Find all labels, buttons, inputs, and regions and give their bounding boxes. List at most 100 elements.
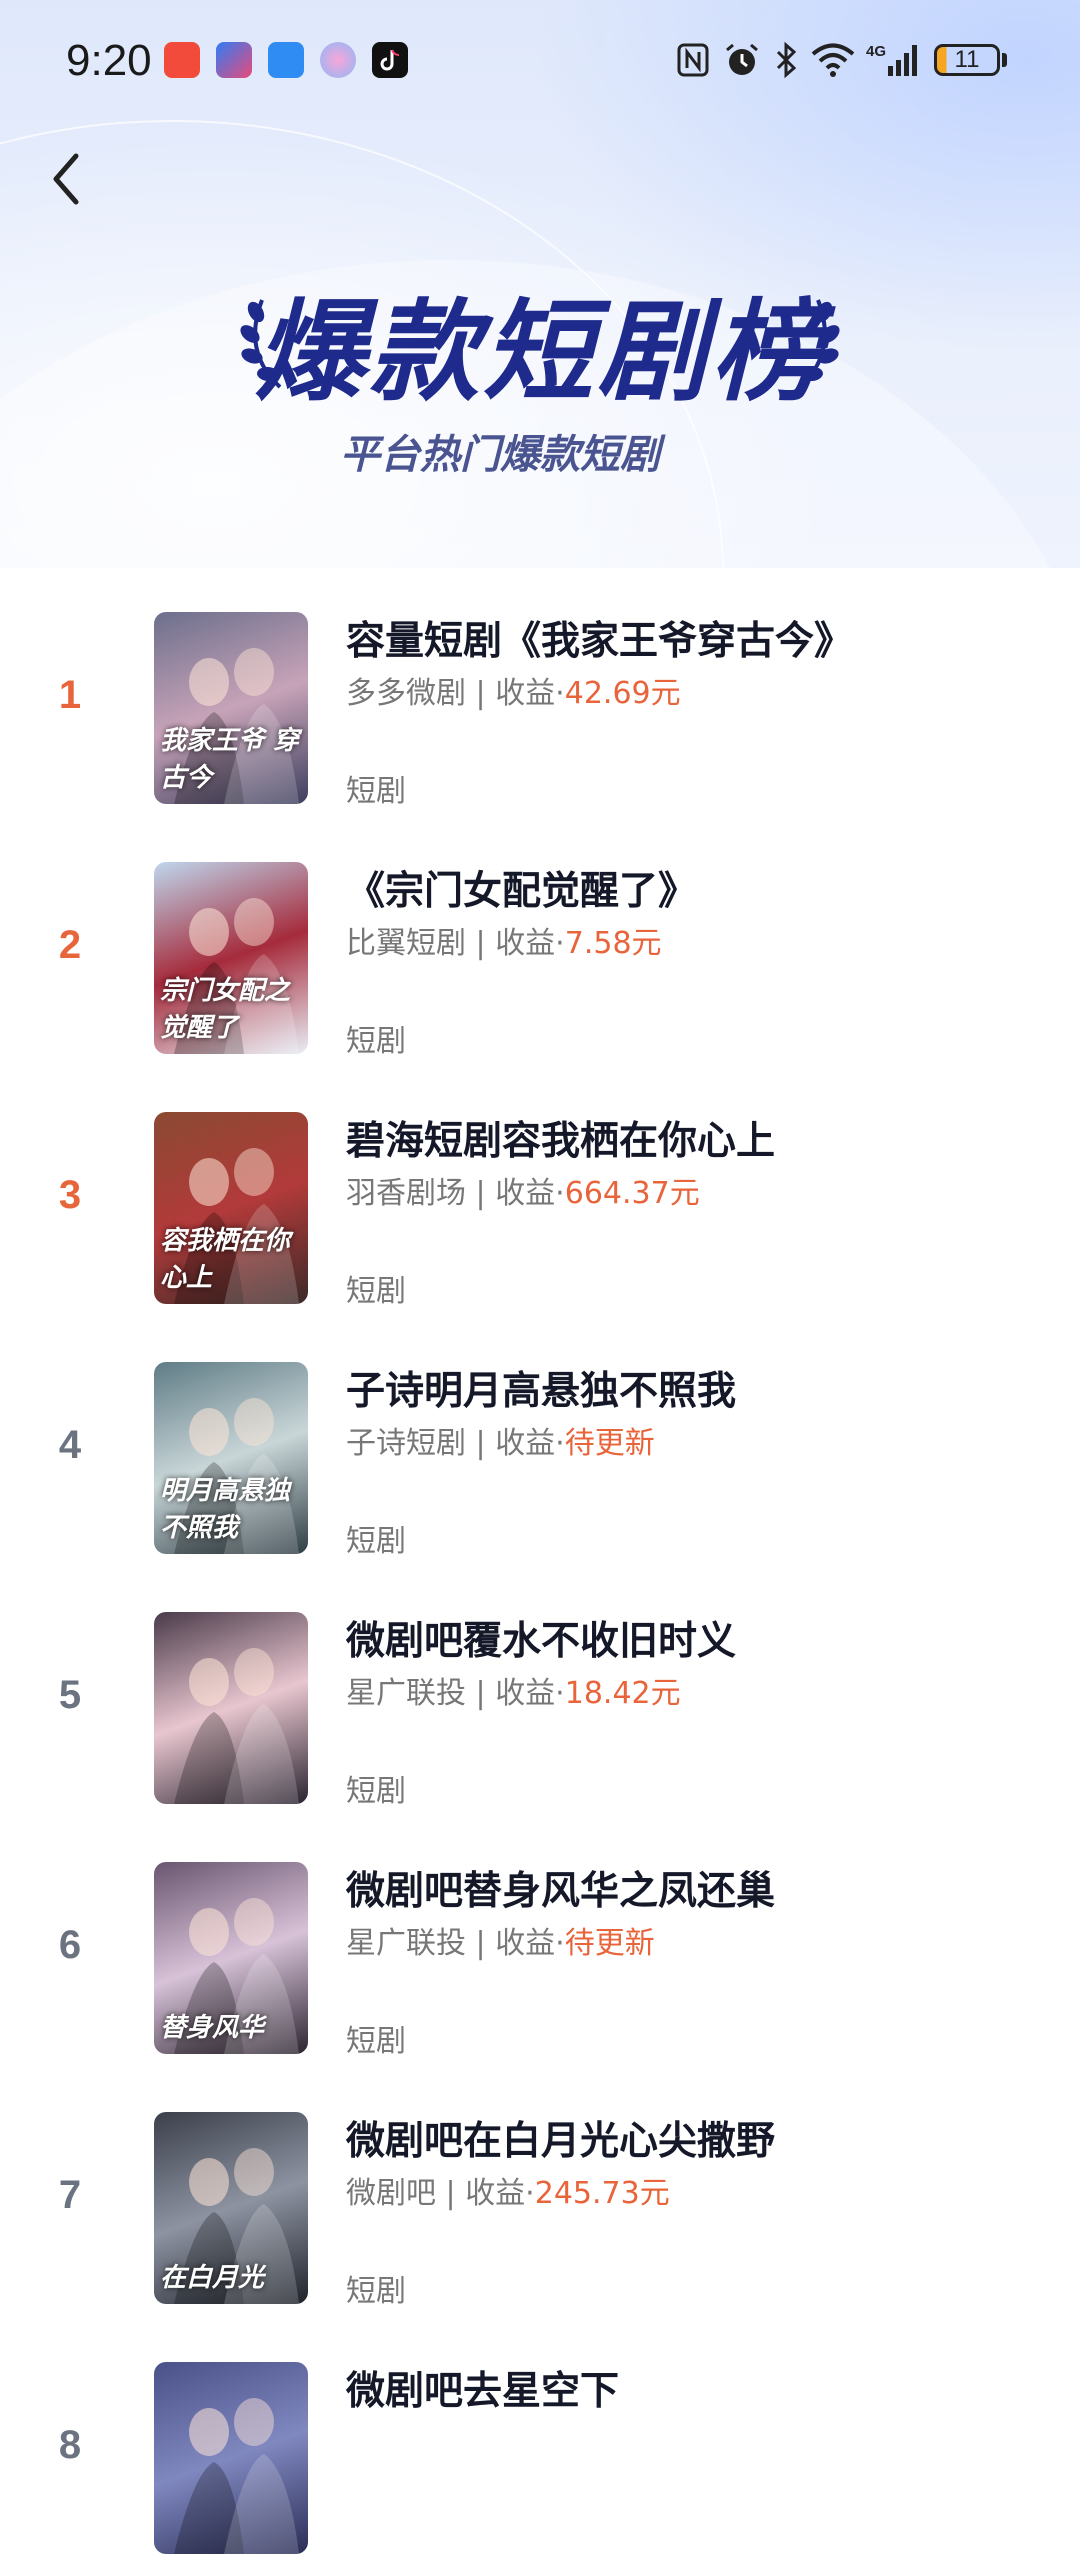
drama-meta: 羽香剧场 | 收益·664.37元: [346, 1168, 700, 1212]
rank-number: 4: [58, 1423, 82, 1467]
meta-separator: |: [466, 1176, 496, 1211]
drama-title[interactable]: 微剧吧覆水不收旧时义: [346, 1610, 736, 1666]
rank-number: 8: [58, 2423, 82, 2467]
income-value: 待更新: [564, 1926, 655, 1961]
drama-cover-image[interactable]: 在白月光: [154, 2112, 308, 2304]
list-item[interactable]: 2 宗门女配之觉醒了 《宗门女配觉醒了》 比翼短剧 | 收益·7.58元 短剧: [0, 818, 1080, 1068]
drama-meta: 多多微剧 | 收益·42.69元: [346, 668, 681, 712]
income-label: 收益·: [495, 1426, 565, 1461]
laurel-right-icon: [798, 299, 840, 389]
income-label: 收益·: [495, 1926, 565, 1961]
drama-cover-image[interactable]: 容我栖在你心上: [154, 1112, 308, 1304]
rank-number: 5: [58, 1673, 82, 1717]
cover-caption: 替身风华: [160, 2013, 265, 2043]
drama-meta: 比翼短剧 | 收益·7.58元: [346, 918, 662, 962]
page-subtitle: 平台热门爆款短剧: [340, 432, 660, 478]
drama-title[interactable]: 子诗明月高悬独不照我: [346, 1360, 736, 1416]
svg-text:4G: 4G: [866, 43, 886, 60]
alarm-icon: [726, 43, 758, 75]
drama-meta: 微剧吧 | 收益·245.73元: [346, 2168, 670, 2212]
category-tag: 短剧: [346, 1274, 406, 1309]
rank-number: 3: [58, 1173, 82, 1217]
income-label: 收益·: [495, 1676, 565, 1711]
platform-name: 比翼短剧: [346, 926, 466, 961]
cellular-signal-icon: 4G: [866, 43, 917, 76]
platform-name: 微剧吧: [346, 2176, 436, 2211]
list-item[interactable]: 4 明月高悬独不照我 子诗明月高悬独不照我 子诗短剧 | 收益·待更新 短剧: [0, 1318, 1080, 1568]
status-time: 9:20: [66, 36, 152, 85]
list-item[interactable]: 8 微剧吧去星空下: [0, 2318, 1080, 2568]
back-arrow-icon[interactable]: [44, 144, 94, 214]
drama-cover-image[interactable]: [154, 1612, 308, 1804]
category-tag: 短剧: [346, 2024, 406, 2059]
list-item[interactable]: 3 容我栖在你心上 碧海短剧容我栖在你心上 羽香剧场 | 收益·664.37元 …: [0, 1068, 1080, 1318]
category-tag: 短剧: [346, 1524, 406, 1559]
drama-title[interactable]: 碧海短剧容我栖在你心上: [346, 1110, 775, 1166]
cover-caption: 我家王爷 穿古今: [160, 726, 300, 793]
platform-name: 多多微剧: [346, 676, 466, 711]
drama-meta: 子诗短剧 | 收益·待更新: [346, 1418, 655, 1462]
category-tag: 短剧: [346, 1774, 406, 1809]
platform-name: 星广联投: [346, 1676, 466, 1711]
drama-title[interactable]: 容量短剧《我家王爷穿古今》: [346, 610, 853, 666]
drama-title[interactable]: 微剧吧去星空下: [346, 2360, 619, 2416]
platform-name: 羽香剧场: [346, 1176, 466, 1211]
meta-separator: |: [466, 1426, 496, 1461]
drama-title[interactable]: 微剧吧在白月光心尖撒野: [346, 2110, 775, 2166]
income-value: 7.58元: [564, 926, 662, 961]
list-item[interactable]: 7 在白月光 微剧吧在白月光心尖撒野 微剧吧 | 收益·245.73元 短剧: [0, 2068, 1080, 2318]
cover-caption: 在白月光: [160, 2263, 265, 2293]
drama-meta: 星广联投 | 收益·18.42元: [346, 1668, 681, 1712]
assistant-app-icon: [320, 42, 356, 78]
income-value: 42.69元: [564, 676, 681, 711]
drama-cover-image[interactable]: 宗门女配之觉醒了: [154, 862, 308, 1054]
drama-title[interactable]: 微剧吧替身风华之凤还巢: [346, 1860, 775, 1916]
cover-figures: [174, 2398, 299, 2554]
drama-meta: 星广联投 | 收益·待更新: [346, 1918, 655, 1962]
drama-cover-image[interactable]: 明月高悬独不照我: [154, 1362, 308, 1554]
income-value: 待更新: [564, 1426, 655, 1461]
nfc-icon: [677, 43, 709, 77]
meta-separator: |: [466, 926, 496, 961]
cover-caption: 容我栖在你心上: [160, 1226, 291, 1293]
category-tag: 短剧: [346, 1024, 406, 1059]
rank-number: 6: [58, 1923, 82, 1967]
battery-tip: [1002, 53, 1007, 67]
wifi-icon: [811, 43, 855, 77]
platform-name: 星广联投: [346, 1926, 466, 1961]
cover-caption: 宗门女配之觉醒了: [160, 976, 291, 1043]
title-container: 爆款短剧榜: [0, 262, 1080, 422]
drama-title[interactable]: 《宗门女配觉醒了》: [346, 860, 697, 916]
drama-cover-image[interactable]: [154, 2362, 308, 2554]
meta-separator: |: [466, 1676, 496, 1711]
bluetooth-icon: [776, 41, 797, 79]
income-value: 18.42元: [564, 1676, 681, 1711]
income-label: 收益·: [465, 2176, 535, 2211]
category-tag: 短剧: [346, 2274, 406, 2309]
cover-figures: [174, 1648, 299, 1804]
list-item[interactable]: 1 我家王爷 穿古今 容量短剧《我家王爷穿古今》 多多微剧 | 收益·42.69…: [0, 568, 1080, 818]
rank-number: 1: [58, 673, 82, 717]
income-label: 收益·: [495, 1176, 565, 1211]
meta-separator: |: [466, 676, 496, 711]
income-value: 245.73元: [534, 2176, 670, 2211]
platform-name: 子诗短剧: [346, 1426, 466, 1461]
meta-separator: |: [436, 2176, 466, 2211]
rank-number: 7: [58, 2173, 82, 2217]
income-label: 收益·: [495, 676, 565, 711]
notification-app-icon: [216, 42, 252, 78]
list-item[interactable]: 5 微剧吧覆水不收旧时义 星广联投 | 收益·18.42元 短剧: [0, 1568, 1080, 1818]
drama-cover-image[interactable]: 替身风华: [154, 1862, 308, 2054]
drama-cover-image[interactable]: 我家王爷 穿古今: [154, 612, 308, 804]
meta-separator: |: [466, 1926, 496, 1961]
weather-app-icon: [268, 42, 304, 78]
status-bar: 9:20 4G 11: [0, 0, 1080, 120]
income-value: 664.37元: [564, 1176, 700, 1211]
notification-app-icon: [164, 42, 200, 78]
cover-caption: 明月高悬独不照我: [160, 1476, 291, 1543]
rank-number: 2: [58, 923, 82, 967]
income-label: 收益·: [495, 926, 565, 961]
page-title: 爆款短剧榜: [255, 288, 825, 416]
category-tag: 短剧: [346, 774, 406, 809]
list-item[interactable]: 6 替身风华 微剧吧替身风华之凤还巢 星广联投 | 收益·待更新 短剧: [0, 1818, 1080, 2068]
